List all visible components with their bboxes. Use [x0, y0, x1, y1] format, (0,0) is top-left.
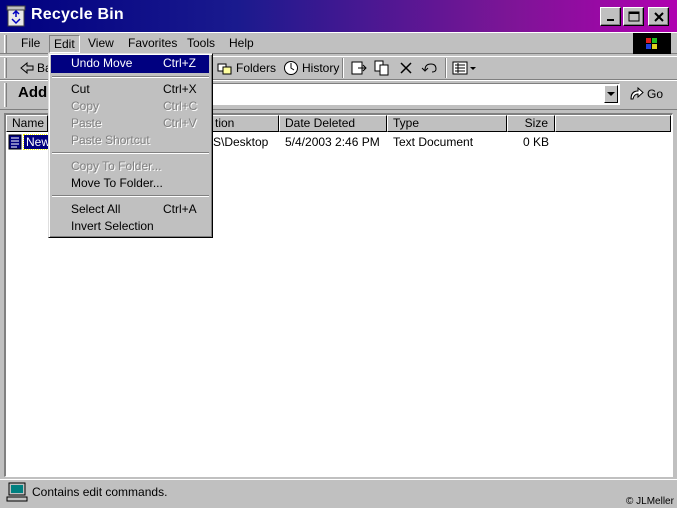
- column-header-size[interactable]: Size: [507, 115, 555, 132]
- move-to-icon: [351, 61, 367, 75]
- recycle-bin-icon: [6, 5, 26, 27]
- go-button[interactable]: Go: [628, 84, 663, 104]
- minimize-button[interactable]: [600, 7, 621, 26]
- menu-item-undo-shortcut: Ctrl+Z: [163, 56, 196, 70]
- delete-button[interactable]: [398, 58, 414, 78]
- menu-item-cut[interactable]: Cut: [71, 82, 90, 96]
- file-size-cell: 0 KB: [522, 135, 549, 149]
- menu-favorites[interactable]: Favorites: [124, 35, 181, 53]
- file-location-cell: S\Desktop: [213, 135, 269, 149]
- undo-icon: [421, 63, 437, 73]
- column-header-type[interactable]: Type: [387, 115, 507, 132]
- menu-help[interactable]: Help: [225, 35, 258, 53]
- menu-bar-grip[interactable]: [4, 35, 7, 53]
- close-button[interactable]: [648, 7, 669, 26]
- toolbar-separator: [342, 58, 344, 78]
- undo-button[interactable]: [421, 58, 439, 78]
- menu-item-move-to-folder[interactable]: Move To Folder...: [71, 176, 163, 190]
- column-header-original-location[interactable]: tion: [211, 115, 279, 132]
- file-date-deleted-cell: 5/4/2003 2:46 PM: [285, 135, 380, 149]
- chevron-down-icon: [607, 91, 615, 96]
- menu-item-select-all[interactable]: Select All: [71, 202, 120, 216]
- column-header-filler: [555, 115, 671, 132]
- menu-item-copy[interactable]: Copy: [71, 99, 99, 113]
- menu-item-cut-shortcut: Ctrl+X: [163, 82, 197, 96]
- menu-tools[interactable]: Tools: [183, 35, 219, 53]
- menu-item-paste[interactable]: Paste: [71, 116, 102, 130]
- copy-to-button[interactable]: [374, 58, 392, 78]
- move-to-button[interactable]: [350, 58, 368, 78]
- address-bar-grip[interactable]: [4, 83, 7, 107]
- menu-separator: [52, 195, 209, 197]
- menu-edit[interactable]: Edit: [49, 35, 80, 53]
- delete-icon: [400, 62, 412, 74]
- folders-icon: [217, 63, 232, 75]
- back-button[interactable]: Ba: [20, 58, 52, 78]
- address-field[interactable]: [196, 83, 620, 105]
- status-text: Contains edit commands.: [32, 485, 168, 499]
- views-icon: [452, 61, 476, 75]
- menu-item-undo-move[interactable]: Undo Move: [71, 56, 132, 70]
- column-header-name[interactable]: Name: [6, 115, 48, 132]
- copy-to-icon: [374, 60, 389, 76]
- menu-item-paste-shortcut: Ctrl+V: [163, 116, 197, 130]
- close-icon: [653, 11, 664, 22]
- back-arrow-icon: [20, 62, 34, 74]
- windows-logo: [633, 33, 671, 54]
- window-title: Recycle Bin: [31, 6, 124, 23]
- column-header-date-deleted[interactable]: Date Deleted: [279, 115, 387, 132]
- text-document-icon: [8, 134, 22, 150]
- maximize-icon: [628, 11, 639, 22]
- menu-item-invert-selection[interactable]: Invert Selection: [71, 219, 154, 233]
- minimize-icon: [606, 18, 614, 21]
- menu-separator: [52, 152, 209, 154]
- address-dropdown-button[interactable]: [604, 85, 618, 103]
- go-arrow-icon: [630, 87, 644, 100]
- views-button[interactable]: [452, 58, 478, 78]
- folders-button[interactable]: Folders: [217, 58, 276, 78]
- history-icon: [284, 61, 298, 75]
- menu-separator: [52, 76, 209, 78]
- copyright-watermark: © JLMeller: [626, 496, 674, 507]
- file-type-cell: Text Document: [393, 135, 474, 149]
- computer-icon: [6, 481, 28, 503]
- toolbar-grip[interactable]: [4, 58, 7, 78]
- menu-item-select-all-shortcut: Ctrl+A: [163, 202, 197, 216]
- toolbar-separator: [445, 58, 447, 78]
- menu-view[interactable]: View: [84, 35, 118, 53]
- menu-item-copy-to-folder[interactable]: Copy To Folder...: [71, 159, 162, 173]
- menu-item-copy-shortcut: Ctrl+C: [163, 99, 198, 113]
- maximize-button[interactable]: [623, 7, 644, 26]
- menu-item-paste-shortcut-command[interactable]: Paste Shortcut: [71, 133, 150, 147]
- menu-file[interactable]: File: [17, 35, 44, 53]
- history-button[interactable]: History: [283, 58, 339, 78]
